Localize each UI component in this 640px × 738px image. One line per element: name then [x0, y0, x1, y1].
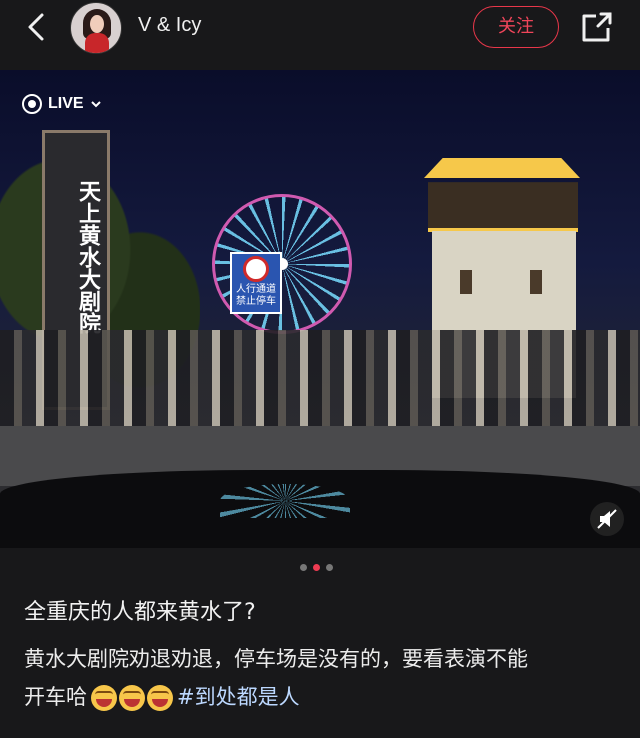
share-icon[interactable] — [578, 8, 616, 46]
chevron-down-icon — [90, 101, 101, 108]
hood-reflection — [220, 484, 350, 518]
crying-emoji-group — [91, 685, 173, 711]
avatar[interactable] — [70, 2, 122, 54]
live-photo-badge[interactable]: LIVE — [22, 92, 102, 116]
no-parking-symbol — [243, 256, 269, 282]
crying-face-icon — [91, 685, 117, 711]
no-parking-sign-text: 人行通道 禁止停车 — [236, 284, 276, 307]
mute-button[interactable] — [590, 502, 624, 536]
crowd — [0, 330, 640, 430]
post-title: 全重庆的人都来黄水了? — [24, 600, 256, 625]
tower-window — [530, 270, 542, 294]
crying-face-icon — [119, 685, 145, 711]
live-label: LIVE — [48, 95, 84, 112]
pillar-sign-text: 天上黄水大剧院 — [75, 180, 101, 334]
post-body: 黄水大剧院劝退劝退，停车场是没有的，要看表演不能 开车哈 #到处都是人 — [24, 640, 624, 716]
live-icon — [22, 94, 42, 114]
top-bar: V & Icy 关注 — [0, 0, 640, 56]
follow-button[interactable]: 关注 — [473, 6, 559, 48]
post-body-line: 开车哈 #到处都是人 — [24, 678, 624, 716]
post-photo[interactable]: 天上黄水大剧院 人行通道 禁止停车 LIVE — [0, 70, 640, 548]
pagination-dot[interactable] — [326, 564, 333, 571]
tower-pavilion — [428, 162, 578, 232]
carousel-pagination — [300, 564, 340, 574]
pagination-dot[interactable] — [300, 564, 307, 571]
chevron-left-icon[interactable] — [20, 10, 54, 44]
hashtag-link[interactable]: #到处都是人 — [177, 685, 300, 709]
post-body-line: 黄水大剧院劝退劝退，停车场是没有的，要看表演不能 — [24, 647, 528, 671]
speaker-muted-icon — [597, 509, 617, 529]
post-body-text: 开车哈 — [24, 685, 87, 709]
crying-face-icon — [147, 685, 173, 711]
pagination-dot-active[interactable] — [313, 564, 320, 571]
username[interactable]: V & Icy — [138, 14, 201, 37]
tower-window — [460, 270, 472, 294]
